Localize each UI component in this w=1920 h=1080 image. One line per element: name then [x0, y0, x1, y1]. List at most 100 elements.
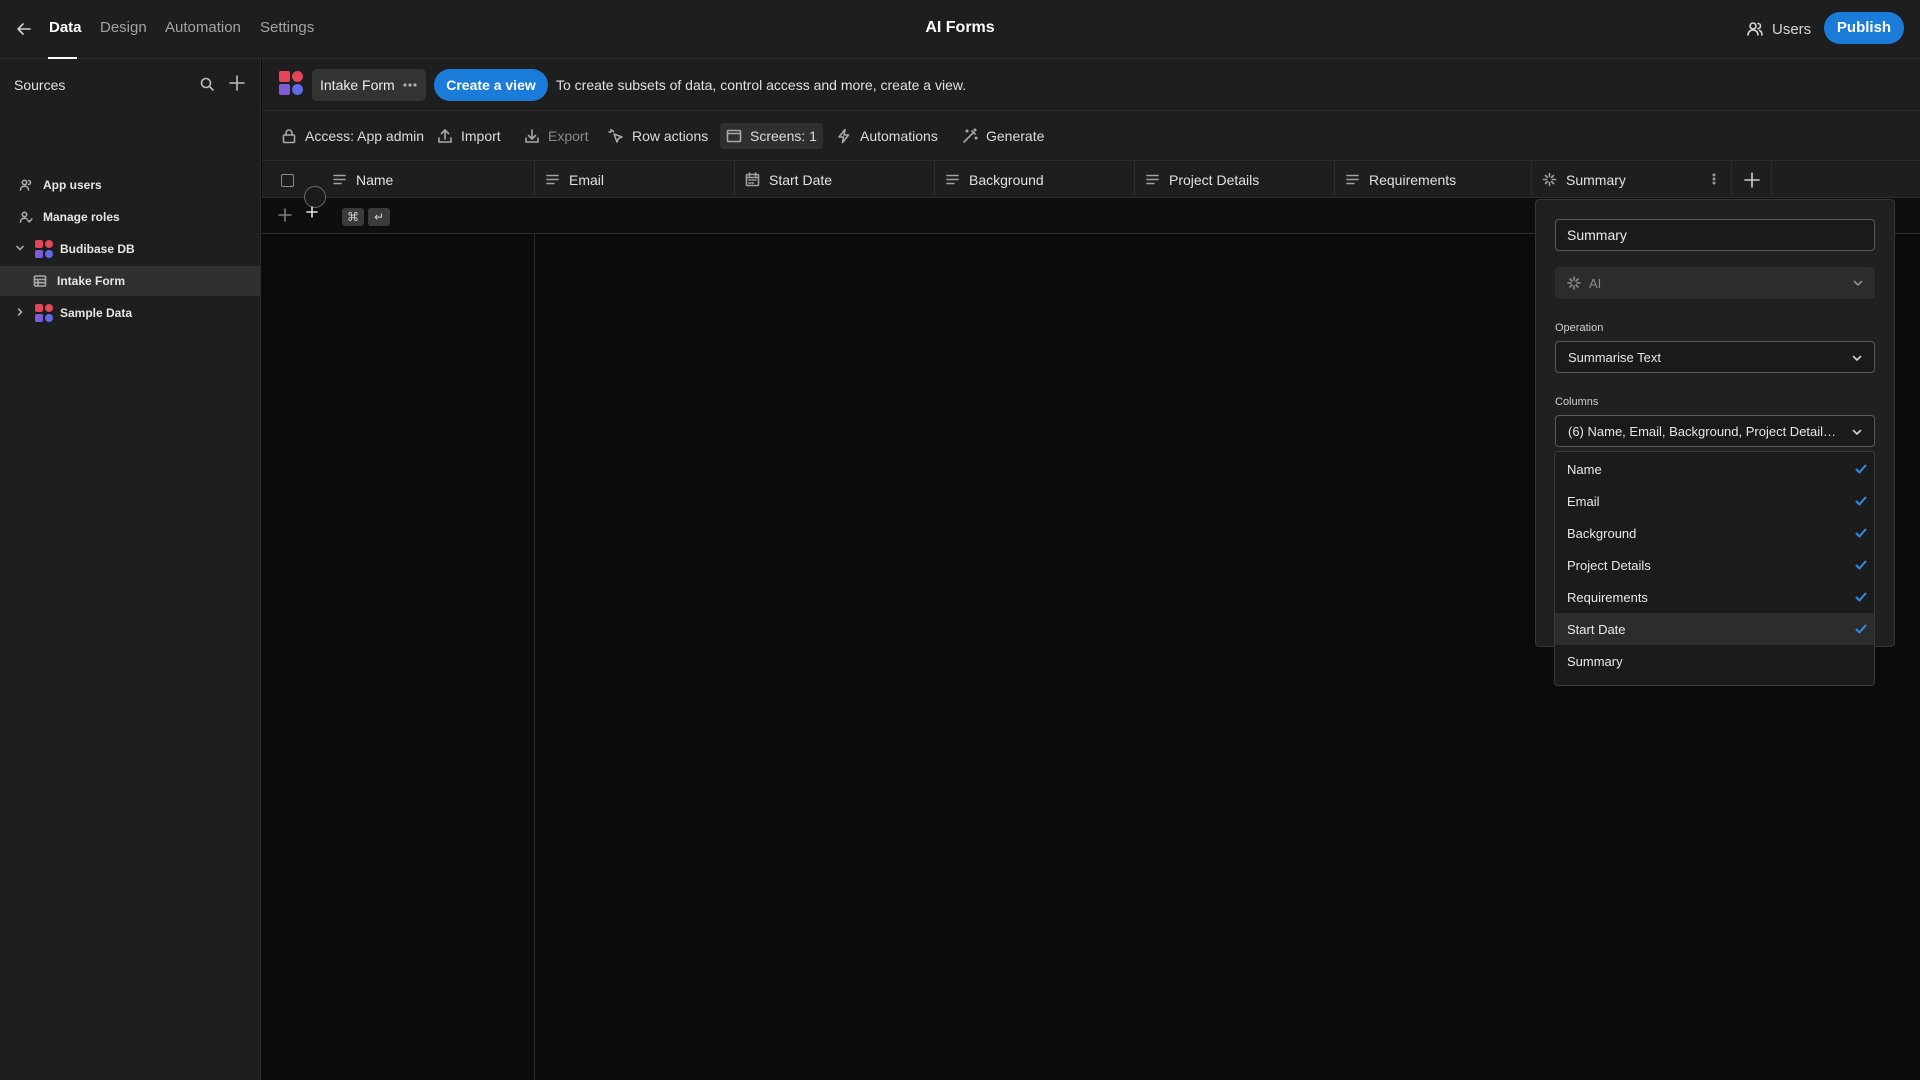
sidebar-item-label: Sample Data — [60, 306, 133, 320]
text-lines-icon — [1345, 172, 1360, 187]
column-option-project-details[interactable]: Project Details — [1555, 549, 1874, 581]
text-lines-icon — [545, 172, 560, 187]
checkmark-icon — [1854, 622, 1868, 636]
operation-select[interactable]: Summarise Text — [1555, 341, 1875, 373]
add-column-button[interactable] — [1732, 161, 1772, 198]
chevron-right-icon[interactable] — [14, 306, 28, 320]
column-menu-icon[interactable] — [1707, 172, 1721, 186]
column-header-background[interactable]: Background — [935, 161, 1135, 198]
columns-label: Columns — [1555, 396, 1599, 408]
import-label: Import — [461, 128, 501, 144]
generate-label: Generate — [986, 128, 1045, 144]
access-label: Access: App admin — [305, 128, 425, 144]
ai-sparkle-icon — [1542, 172, 1557, 187]
text-lines-icon — [1145, 172, 1160, 187]
search-icon[interactable] — [199, 76, 215, 92]
sidebar-item-label: Manage roles — [43, 210, 120, 224]
ai-sparkle-icon — [1567, 276, 1581, 290]
chevron-down-icon — [1851, 276, 1865, 290]
column-option-start-date[interactable]: Start Date — [1555, 613, 1874, 645]
sidebar-item-label: Budibase DB — [60, 242, 135, 256]
sources-sidebar: Sources App users Manage roles Budibase … — [0, 59, 261, 1080]
automations-button[interactable]: Automations — [830, 123, 944, 149]
column-header-project-details[interactable]: Project Details — [1135, 161, 1335, 198]
option-label: Email — [1567, 493, 1600, 509]
column-option-email[interactable]: Email — [1555, 485, 1874, 517]
column-header-email[interactable]: Email — [535, 161, 735, 198]
table-toolbar: Access: App admin Import Export Row acti… — [262, 111, 1920, 161]
export-button[interactable]: Export — [518, 123, 594, 149]
download-icon — [524, 128, 540, 144]
sidebar-item-app-users[interactable]: App users — [0, 170, 260, 200]
operation-label: Operation — [1555, 322, 1604, 334]
text-lines-icon — [332, 172, 347, 187]
budibase-logo-icon — [34, 239, 54, 259]
column-header-requirements[interactable]: Requirements — [1335, 161, 1532, 198]
column-title: Requirements — [1369, 171, 1457, 188]
top-bar: Data Design Automation Settings AI Forms… — [0, 0, 1920, 59]
row-actions-label: Row actions — [632, 128, 709, 144]
column-type-select[interactable]: AI — [1555, 267, 1875, 299]
column-title: Summary — [1566, 171, 1626, 188]
upload-icon — [437, 128, 453, 144]
columns-multiselect[interactable]: (6) Name, Email, Background, Project Det… — [1555, 415, 1875, 447]
column-option-name[interactable]: Name — [1555, 453, 1874, 485]
users-icon — [19, 178, 33, 192]
table-icon — [33, 274, 47, 288]
columns-value: (6) Name, Email, Background, Project Det… — [1568, 423, 1840, 439]
access-button[interactable]: Access: App admin — [275, 123, 430, 149]
column-name-input[interactable] — [1555, 219, 1875, 251]
screen-icon — [726, 128, 742, 144]
add-source-icon[interactable] — [228, 74, 246, 92]
table-name: Intake Form — [320, 77, 395, 93]
screens-button[interactable]: Screens: 1 — [720, 123, 823, 149]
grid-header-row: Name Email Start Date Background Project… — [262, 161, 1920, 198]
chevron-down-icon[interactable] — [14, 242, 28, 256]
column-title: Start Date — [769, 171, 833, 188]
more-options-icon[interactable] — [402, 77, 418, 93]
budibase-logo-icon — [34, 303, 54, 323]
table-header-bar: Intake Form Create a view To create subs… — [262, 59, 1920, 111]
option-label: Background — [1567, 525, 1637, 541]
checkmark-icon — [1854, 462, 1868, 476]
plus-icon — [305, 205, 325, 219]
select-all-checkbox[interactable] — [281, 174, 294, 187]
sidebar-item-manage-roles[interactable]: Manage roles — [0, 202, 260, 232]
column-option-requirements[interactable]: Requirements — [1555, 581, 1874, 613]
column-header-summary[interactable]: Summary — [1532, 161, 1732, 198]
users-label: Users — [1772, 20, 1812, 38]
column-option-summary[interactable]: Summary — [1555, 645, 1874, 677]
lightning-icon — [836, 128, 852, 144]
column-header-name[interactable]: Name — [322, 161, 535, 198]
publish-button[interactable]: Publish — [1824, 12, 1904, 44]
sidebar-item-sample-data[interactable]: Sample Data — [0, 298, 260, 328]
checkmark-icon — [1854, 558, 1868, 572]
command-key-hint: ⌘ — [342, 208, 364, 226]
column-option-background[interactable]: Background — [1555, 517, 1874, 549]
checkmark-icon — [1854, 526, 1868, 540]
column-title: Name — [356, 171, 394, 188]
text-lines-icon — [945, 172, 960, 187]
column-header-start-date[interactable]: Start Date — [735, 161, 935, 198]
add-row-button[interactable] — [304, 186, 326, 218]
import-button[interactable]: Import — [431, 123, 507, 149]
users-icon — [1746, 20, 1764, 38]
option-label: Summary — [1567, 653, 1623, 669]
column-type-value: AI — [1589, 275, 1602, 291]
sidebar-item-intake-form[interactable]: Intake Form — [0, 266, 260, 296]
option-label: Project Details — [1567, 557, 1651, 573]
column-title: Background — [969, 171, 1044, 188]
generate-button[interactable]: Generate — [956, 123, 1050, 149]
sidebar-item-label: App users — [43, 178, 102, 192]
calendar-icon — [745, 172, 760, 187]
screens-label: Screens: 1 — [750, 128, 817, 144]
users-button[interactable]: Users — [1746, 18, 1811, 40]
row-actions-button[interactable]: Row actions — [602, 123, 714, 149]
create-view-button[interactable]: Create a view — [434, 69, 548, 101]
table-name-chip[interactable]: Intake Form — [312, 69, 426, 101]
cursor-click-icon — [608, 128, 624, 144]
sidebar-item-budibase-db[interactable]: Budibase DB — [0, 234, 260, 264]
enter-key-hint: ↵ — [368, 208, 390, 226]
app-title: AI Forms — [925, 19, 995, 36]
plus-icon[interactable] — [277, 207, 293, 223]
